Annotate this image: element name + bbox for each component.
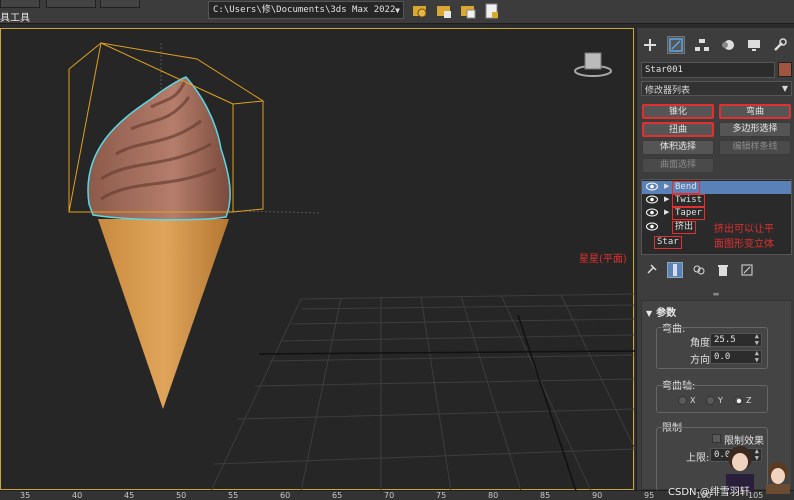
project-path-text: C:\Users\修\Documents\3ds Max 2022 xyxy=(213,5,396,15)
show-end-result-icon[interactable] xyxy=(667,262,683,278)
eye-icon[interactable] xyxy=(646,182,658,194)
timeline-tick: 35 xyxy=(20,491,31,500)
spinner-arrows-icon[interactable]: ▲ ▼ xyxy=(755,333,759,347)
open-folder-icon[interactable] xyxy=(434,1,454,21)
axis-x-radio[interactable] xyxy=(678,396,687,405)
spinner-arrows-icon[interactable]: ▲ ▼ xyxy=(755,350,759,364)
avatar xyxy=(762,458,794,494)
modifier-list-dropdown[interactable]: 修改器列表 ▼ xyxy=(641,81,792,96)
ground-grid xyxy=(210,293,636,492)
hierarchy-tab-icon[interactable] xyxy=(693,36,711,54)
stack-item-bend[interactable]: ▶ Bend xyxy=(642,181,791,194)
timeline-tick: 80 xyxy=(488,491,499,500)
poly-select-button[interactable]: 多边形选择 xyxy=(719,122,791,137)
taper-button[interactable]: 锥化 xyxy=(642,104,714,119)
direction-spinner[interactable]: 0.0 ▲ ▼ xyxy=(710,350,762,364)
ribbon-tab[interactable] xyxy=(46,0,96,8)
timeline-tick: 75 xyxy=(436,491,447,500)
remove-modifier-icon[interactable] xyxy=(715,262,731,278)
eye-icon[interactable] xyxy=(646,222,658,234)
stack-item-label: Star xyxy=(654,236,682,249)
eye-icon[interactable] xyxy=(646,208,658,220)
dropdown-arrow-icon: ▼ xyxy=(395,6,400,15)
command-panel: Star001 修改器列表 ▼ 锥化 弯曲 扭曲 多边形选择 体积选择 编辑样条… xyxy=(636,28,794,491)
patch-select-button[interactable]: 曲面选择 xyxy=(642,158,714,173)
utilities-tab-icon[interactable] xyxy=(771,36,789,54)
tools-label: 具工具 xyxy=(0,13,30,24)
timeline-tick: 45 xyxy=(124,491,135,500)
star-shape-annotation: 星星(平面) xyxy=(579,254,627,265)
axis-z-radio[interactable] xyxy=(734,396,743,405)
stack-item-taper[interactable]: ▶ Taper xyxy=(642,207,791,220)
timeline-tick: 105 xyxy=(748,491,764,500)
object-color-swatch[interactable] xyxy=(778,62,792,77)
swirl-mesh xyxy=(87,76,231,221)
project-path-dropdown[interactable]: C:\Users\修\Documents\3ds Max 2022 ▼ xyxy=(208,1,404,19)
create-tab-icon[interactable] xyxy=(641,36,659,54)
command-panel-tabs xyxy=(637,32,794,58)
scene-render xyxy=(68,42,636,492)
rollout-header[interactable]: ▼ 参数 xyxy=(646,304,676,319)
stack-item-label: Bend xyxy=(672,181,700,194)
bend-button[interactable]: 弯曲 xyxy=(719,104,791,119)
expand-arrow-icon[interactable]: ▶ xyxy=(664,182,669,190)
expand-arrow-icon[interactable]: ▶ xyxy=(664,195,669,203)
display-tab-icon[interactable] xyxy=(745,36,763,54)
pin-stack-icon[interactable] xyxy=(643,262,659,278)
timeline-tick: 70 xyxy=(384,491,395,500)
timeline-tick: 55 xyxy=(228,491,239,500)
collapse-arrow-icon: ▼ xyxy=(646,309,653,318)
eye-icon[interactable] xyxy=(646,195,658,207)
axis-x-label: X xyxy=(690,396,696,405)
extrude-note-line2: 面图形变立体 xyxy=(714,239,774,250)
object-name-field[interactable]: Star001 xyxy=(641,62,775,78)
direction-value: 0.0 xyxy=(714,352,731,362)
set-project-folder-icon[interactable] xyxy=(410,1,430,21)
modifier-list-label: 修改器列表 xyxy=(645,86,691,96)
axis-y-label: Y xyxy=(718,396,723,405)
make-unique-icon[interactable] xyxy=(691,262,707,278)
stack-item-label: Taper xyxy=(672,207,706,220)
rollout-title: 参数 xyxy=(656,308,677,319)
expand-arrow-icon[interactable]: ▶ xyxy=(664,208,669,216)
timeline-tick: 60 xyxy=(280,491,291,500)
top-toolbar: 具工具 C:\Users\修\Documents\3ds Max 2022 ▼ xyxy=(0,0,794,24)
viewcube[interactable] xyxy=(573,49,613,82)
stack-item-label: 挤出 xyxy=(672,221,697,234)
perspective-viewport[interactable]: 星星(平面) xyxy=(0,28,636,492)
stack-item-label: Twist xyxy=(672,194,706,207)
watermark-text: CSDN @绯雪羽轩 xyxy=(668,487,750,498)
new-file-icon[interactable] xyxy=(482,1,502,21)
timeline-tick: 65 xyxy=(332,491,343,500)
dropdown-arrow-icon: ▼ xyxy=(781,84,788,93)
timeline-tick: 95 xyxy=(644,491,655,500)
stack-item-twist[interactable]: ▶ Twist xyxy=(642,194,791,207)
timeline-tick: 85 xyxy=(540,491,551,500)
motion-tab-icon[interactable] xyxy=(719,36,737,54)
timeline-tick: 40 xyxy=(72,491,83,500)
modifier-stack: ▶ Bend ▶ Twist ▶ Taper 挤出 Star 挤出可以让平 面图… xyxy=(641,179,792,255)
stack-toolbar xyxy=(641,260,792,280)
configure-sets-icon[interactable] xyxy=(739,262,755,278)
cone-mesh xyxy=(98,219,229,409)
axis-y-radio[interactable] xyxy=(706,396,715,405)
volume-select-button[interactable]: 体积选择 xyxy=(642,140,714,155)
timeline-tick: 50 xyxy=(176,491,187,500)
upper-limit-label: 上限: xyxy=(686,453,710,464)
ribbon-tab[interactable] xyxy=(0,0,40,8)
extrude-note-line1: 挤出可以让平 xyxy=(714,224,774,235)
modify-tab-icon[interactable] xyxy=(667,36,685,54)
angle-value: 25.5 xyxy=(714,335,736,345)
panel-divider: ▬ xyxy=(712,290,720,298)
ribbon-tab[interactable] xyxy=(100,0,140,8)
project-files-icon[interactable] xyxy=(458,1,478,21)
edit-spline-button[interactable]: 编辑样条线 xyxy=(719,140,791,155)
angle-spinner[interactable]: 25.5 ▲ ▼ xyxy=(710,333,762,347)
twist-button[interactable]: 扭曲 xyxy=(642,122,714,137)
axis-z-label: Z xyxy=(746,396,752,405)
timeline-tick: 90 xyxy=(592,491,603,500)
